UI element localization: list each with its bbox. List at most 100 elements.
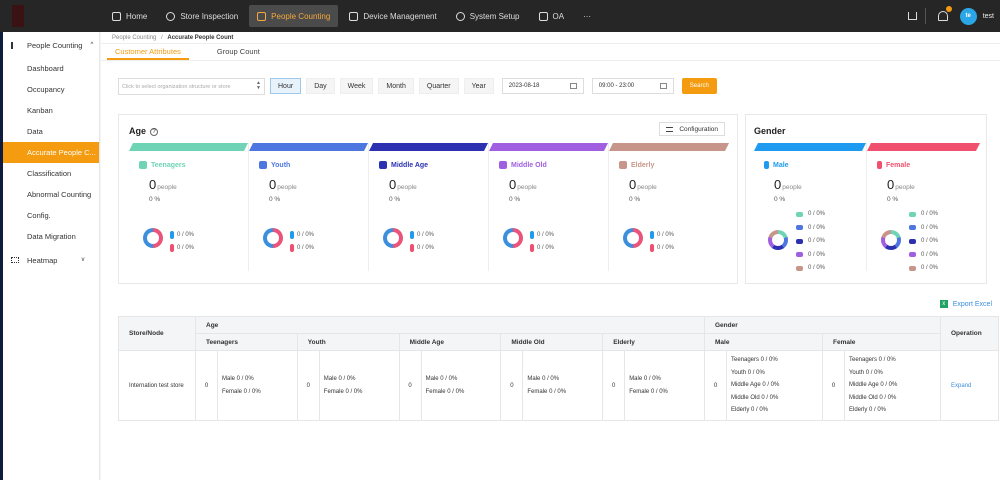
gender-card: Gender Male 0people 0 % 0 / 0% 0 / 0% 0 / … [745,114,987,284]
age-group-icon [909,238,916,244]
time-range-picker[interactable]: 09:00 - 23:00 [591,78,674,94]
sidebar: People Counting ^ Dashboard Occupancy Kan… [0,32,100,480]
sidebar-item-occupancy[interactable]: Occupancy [3,79,99,100]
search-button[interactable]: Search [681,78,717,94]
middle-age-icon [379,161,387,169]
cell-gender-count: 0 [821,350,845,421]
nav-store-inspection[interactable]: Store Inspection [158,5,246,27]
top-bar: Home Store Inspection People Counting De… [0,0,1000,32]
youth-icon [259,161,267,169]
bell-icon[interactable] [937,6,952,21]
female-icon [170,244,174,252]
nav-home[interactable]: Home [104,5,155,27]
donut-chart [503,228,523,248]
chevron-down-icon: v [81,257,85,263]
breadcrumb: People Counting / Accurate People Count [101,32,1000,44]
main-content: People Counting / Accurate People Count … [101,32,1000,480]
age-color-bar [129,143,248,151]
gender-columns: Male 0people 0 % 0 / 0% 0 / 0% 0 / 0% 0 / 0… [754,143,980,271]
avatar[interactable]: te [959,7,977,25]
cell-age-count: 0 [296,350,320,421]
sidebar-group-heatmap[interactable]: Heatmap v [3,247,99,273]
male-icon [290,231,294,239]
expand-link[interactable]: Expand [951,383,971,389]
more-icon: ··· [583,11,592,21]
age-group-icon [909,265,916,271]
breadcrumb-parent[interactable]: People Counting [112,35,156,41]
period-hour[interactable]: Hour [270,78,302,94]
calendar-icon [538,11,548,21]
donut-chart [263,228,283,248]
tab-customer-attributes[interactable]: Customer Attributes [107,44,189,60]
period-year[interactable]: Year [463,78,494,94]
age-percent: 0 % [269,196,281,203]
col-middle-old: Middle Old [500,333,604,351]
device-icon [349,11,359,21]
username[interactable]: test [983,13,994,20]
camera-icon [166,11,176,21]
col-gender: Gender [703,316,942,334]
nav-oa[interactable]: OA [531,5,573,27]
age-percent: 0 % [509,196,521,203]
sidebar-item-config[interactable]: Config. [3,205,99,226]
age-percent: 0 % [629,196,641,203]
gender-color-bar [754,143,866,151]
nav-system-setup[interactable]: System Setup [448,5,528,27]
gender-age-stat: 0 / 0% [796,265,825,271]
period-quarter[interactable]: Quarter [418,78,459,94]
gender-age-stat: 0 / 0% [909,252,938,258]
age-group-elderly: Elderly 0people 0 % 0 / 0% 0 / 0% [609,143,729,271]
configuration-button[interactable]: Configuration [659,122,725,136]
period-week[interactable]: Week [339,78,374,94]
female-stat: 0 / 0% [530,244,554,252]
sidebar-item-data[interactable]: Data [3,121,99,142]
male-stat: 0 / 0% [410,231,434,239]
sidebar-item-classification[interactable]: Classification [3,163,99,184]
export-excel-button[interactable]: x Export Excel [939,300,992,308]
help-icon[interactable]: ? [150,127,159,136]
gender-age-stat: 0 / 0% [909,238,938,244]
age-group-label: Teenagers [139,161,186,169]
age-columns: Teenagers 0people 0 % 0 / 0% 0 / 0% Yout… [129,143,729,271]
date-picker[interactable]: 2023-08-18 [501,78,584,94]
age-group-icon [796,238,803,244]
sidebar-item-abnormal-counting[interactable]: Abnormal Counting [3,184,99,205]
nav-people-counting[interactable]: People Counting [249,5,339,27]
age-color-bar [249,143,368,151]
donut-chart [623,228,643,248]
gender-title: Gender [754,126,786,136]
people-counting-icon [257,11,267,21]
age-count: 0people [389,177,417,192]
gender-percent: 0 % [774,196,786,203]
col-middle-age: Middle Age [398,333,502,351]
download-icon[interactable] [907,12,917,20]
cell-gender-breakdown: Teenagers 0 / 0% Youth 0 / 0% Middle Age 0… [725,350,823,421]
tab-group-count[interactable]: Group Count [209,44,268,60]
stepper-icon[interactable]: ▲ ▼ [256,80,261,91]
nav-device-management[interactable]: Device Management [341,5,444,27]
age-group-youth: Youth 0people 0 % 0 / 0% 0 / 0% [249,143,369,271]
gender-group-female: Female 0people 0 % 0 / 0% 0 / 0% 0 / 0% 0 /… [867,143,980,271]
sidebar-item-kanban[interactable]: Kanban [3,100,99,121]
nav-more[interactable]: ··· [575,5,599,27]
male-icon [764,161,769,169]
col-teenagers: Teenagers [195,333,298,351]
age-group-icon [909,225,916,230]
age-group-icon [796,225,803,230]
age-group-icon [796,211,803,217]
period-day[interactable]: Day [306,78,335,94]
age-color-bar [609,143,729,151]
female-stat: 0 / 0% [410,244,434,252]
sidebar-item-accurate-people-count[interactable]: Accurate People C... [3,142,99,163]
breadcrumb-current: Accurate People Count [167,35,234,41]
donut-chart [881,230,901,250]
sidebar-item-dashboard[interactable]: Dashboard [3,58,99,79]
teenagers-icon [139,161,147,169]
org-select[interactable]: Click to select organization structure o… [118,77,265,95]
period-month[interactable]: Month [378,78,414,94]
gender-label: Male [764,161,789,169]
sidebar-item-data-migration[interactable]: Data Migration [3,226,99,247]
logo[interactable] [12,5,24,27]
main-nav: Home Store Inspection People Counting De… [104,0,602,32]
sidebar-group-people-counting[interactable]: People Counting ^ [3,32,99,58]
